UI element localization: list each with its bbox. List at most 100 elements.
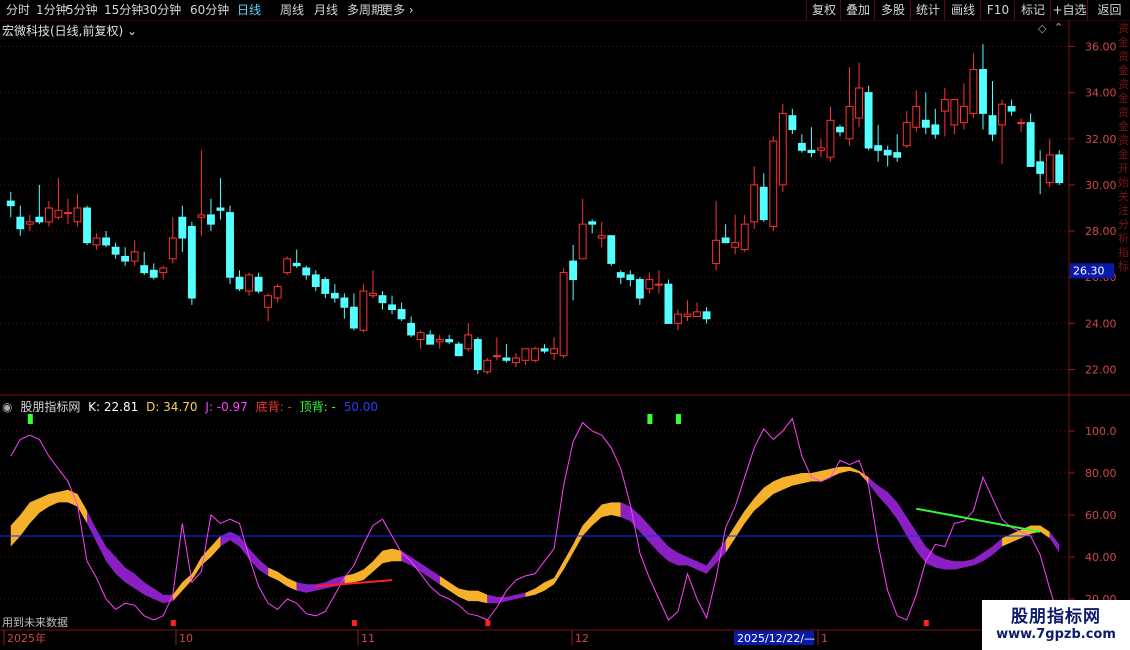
candle-body[interactable]: [845, 105, 854, 140]
candle-body[interactable]: [54, 209, 63, 218]
candle-body[interactable]: [1026, 122, 1035, 167]
candle-body[interactable]: [626, 274, 635, 281]
candle-body[interactable]: [25, 221, 34, 225]
candle-body[interactable]: [778, 112, 787, 186]
candle-body[interactable]: [540, 348, 549, 352]
candle-body[interactable]: [931, 124, 940, 135]
candle-body[interactable]: [397, 309, 406, 320]
candle-body[interactable]: [521, 348, 530, 361]
candle-body[interactable]: [140, 265, 149, 274]
candle-body[interactable]: [349, 306, 358, 329]
candle-body[interactable]: [559, 272, 568, 357]
candle-body[interactable]: [111, 246, 120, 255]
candle-body[interactable]: [226, 212, 234, 278]
candle-body[interactable]: [578, 223, 587, 260]
candle-body[interactable]: [435, 339, 444, 343]
candle-body[interactable]: [64, 212, 72, 215]
candle-body[interactable]: [607, 235, 616, 264]
candle-body[interactable]: [664, 283, 673, 324]
candle-body[interactable]: [254, 276, 263, 292]
candle-body[interactable]: [16, 216, 25, 230]
candle-body[interactable]: [149, 269, 158, 278]
chart-canvas[interactable]: 36.0034.0032.0030.0028.0026.0024.0022.00…: [0, 0, 1130, 650]
candle-body[interactable]: [550, 348, 558, 354]
candle-body[interactable]: [426, 334, 435, 345]
candle-body[interactable]: [1055, 154, 1064, 184]
candle-body[interactable]: [693, 311, 701, 317]
candle-body[interactable]: [998, 103, 1006, 126]
candle-body[interactable]: [921, 119, 930, 128]
candle-body[interactable]: [83, 207, 91, 244]
candle-body[interactable]: [674, 313, 682, 324]
candle-body[interactable]: [330, 292, 339, 299]
side-info-strip[interactable]: 资金资金资金资金资金开始关注分析指标: [1118, 22, 1130, 392]
candle-body[interactable]: [740, 223, 749, 251]
candle-body[interactable]: [616, 272, 625, 278]
candle-body[interactable]: [206, 214, 215, 225]
candle-body[interactable]: [807, 149, 816, 154]
candle-body[interactable]: [73, 207, 82, 223]
indicator-name[interactable]: 股朋指标网: [20, 400, 80, 414]
candle-body[interactable]: [683, 313, 692, 317]
candle-body[interactable]: [102, 237, 111, 246]
candle-body[interactable]: [950, 99, 959, 126]
candle-body[interactable]: [283, 258, 292, 274]
indicator-menu-icon[interactable]: ◉: [2, 400, 12, 414]
candle-body[interactable]: [797, 142, 806, 151]
candle-body[interactable]: [654, 283, 663, 286]
candle-body[interactable]: [979, 69, 987, 114]
candle-body[interactable]: [454, 343, 463, 357]
candle-body[interactable]: [388, 304, 396, 311]
candle-body[interactable]: [464, 334, 473, 350]
candle-body[interactable]: [159, 267, 168, 274]
candle-body[interactable]: [416, 332, 425, 341]
candle-body[interactable]: [874, 145, 883, 151]
candle-body[interactable]: [216, 207, 225, 211]
candle-body[interactable]: [1045, 154, 1054, 184]
candle-body[interactable]: [273, 285, 282, 299]
candle-body[interactable]: [1036, 161, 1045, 174]
candle-body[interactable]: [912, 105, 921, 128]
candle-body[interactable]: [902, 122, 911, 147]
candle-body[interactable]: [121, 255, 130, 262]
candle-body[interactable]: [445, 339, 454, 343]
candle-body[interactable]: [750, 184, 759, 223]
candle-body[interactable]: [531, 348, 539, 361]
candle-body[interactable]: [130, 251, 139, 262]
candle-body[interactable]: [883, 149, 892, 156]
candle-body[interactable]: [826, 119, 835, 158]
candle-body[interactable]: [340, 297, 349, 308]
candle-body[interactable]: [588, 221, 597, 225]
candle-body[interactable]: [702, 311, 711, 320]
candle-body[interactable]: [302, 267, 311, 276]
candle-body[interactable]: [92, 237, 101, 246]
candle-body[interactable]: [855, 87, 864, 119]
candle-body[interactable]: [264, 295, 273, 308]
candle-body[interactable]: [721, 237, 730, 244]
candle-body[interactable]: [235, 276, 244, 290]
candle-body[interactable]: [378, 295, 387, 304]
candle-body[interactable]: [635, 279, 644, 299]
candle-body[interactable]: [369, 292, 377, 297]
candle-body[interactable]: [1007, 105, 1016, 112]
candle-body[interactable]: [407, 322, 416, 336]
candle-body[interactable]: [502, 357, 511, 361]
candle-body[interactable]: [893, 152, 902, 158]
candle-body[interactable]: [311, 274, 320, 287]
candle-body[interactable]: [245, 274, 253, 292]
candle-body[interactable]: [512, 357, 520, 364]
candle-body[interactable]: [178, 216, 187, 239]
candle-body[interactable]: [864, 92, 873, 149]
candle-body[interactable]: [187, 225, 196, 299]
candle-body[interactable]: [969, 69, 978, 114]
candle-body[interactable]: [759, 186, 768, 221]
candle-body[interactable]: [940, 99, 949, 112]
candle-body[interactable]: [35, 216, 44, 223]
candle-body[interactable]: [321, 279, 330, 294]
candle-body[interactable]: [836, 126, 844, 133]
candle-body[interactable]: [645, 279, 654, 290]
candle-body[interactable]: [788, 115, 797, 131]
candle-body[interactable]: [359, 290, 368, 331]
candle-body[interactable]: [6, 200, 15, 207]
candle-body[interactable]: [569, 260, 578, 281]
